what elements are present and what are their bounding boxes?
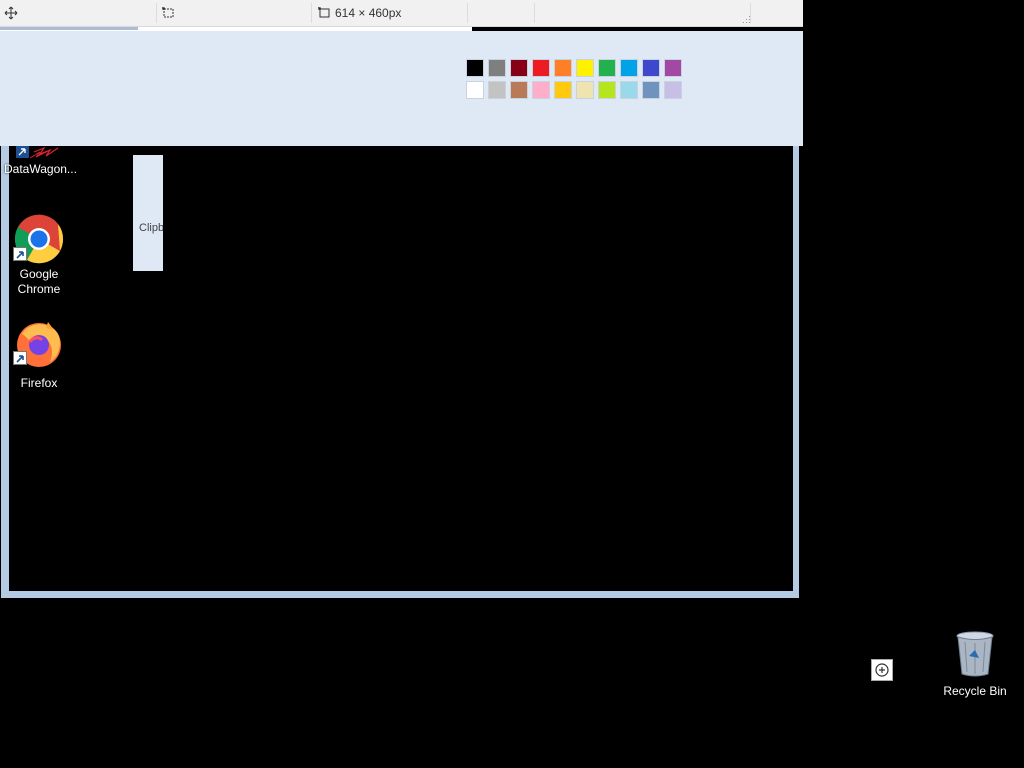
shortcut-arrow-icon — [13, 351, 27, 365]
recycle-bin-label: Recycle Bin — [943, 684, 1007, 698]
color-swatch[interactable] — [598, 81, 616, 99]
desktop-icon-recycle-bin[interactable]: Recycle Bin — [938, 630, 1012, 699]
zoom-in-button[interactable] — [871, 659, 893, 681]
color-swatch[interactable] — [488, 81, 506, 99]
chrome-label: Google Chrome — [17, 267, 61, 296]
color-swatch[interactable] — [664, 59, 682, 77]
color-swatch[interactable] — [620, 59, 638, 77]
color-swatch[interactable] — [598, 59, 616, 77]
datawagon-icon — [16, 146, 59, 159]
zoom-in-icon — [875, 663, 889, 677]
color-swatch[interactable] — [510, 81, 528, 99]
color-swatch[interactable] — [554, 59, 572, 77]
canvas-size-text: 614 × 460px — [335, 6, 402, 20]
desktop-icon-firefox[interactable]: Firefox — [0, 318, 78, 391]
color-swatch[interactable] — [642, 81, 660, 99]
color-swatch[interactable] — [554, 81, 572, 99]
datawagon-label: DataWagon... — [4, 162, 77, 176]
color-swatch[interactable] — [532, 81, 550, 99]
status-bar: 614 × 460px — [0, 0, 803, 27]
clipboard-group[interactable]: Clipb — [133, 155, 163, 271]
color-swatch[interactable] — [466, 59, 484, 77]
ribbon — [0, 27, 803, 146]
color-swatch[interactable] — [510, 59, 528, 77]
drawing-canvas[interactable] — [9, 146, 793, 591]
shortcut-arrow-icon — [13, 247, 27, 261]
color-swatch[interactable] — [532, 59, 550, 77]
selection-size — [161, 0, 179, 26]
clipboard-label: Clipb — [139, 222, 163, 234]
color-swatch[interactable] — [488, 59, 506, 77]
color-swatch[interactable] — [466, 81, 484, 99]
desktop-icon-chrome[interactable]: Google Chrome — [0, 214, 78, 297]
cursor-position — [4, 0, 22, 26]
move-cursor-icon — [4, 6, 18, 20]
canvas-size-icon — [318, 7, 330, 18]
color-swatch[interactable] — [576, 81, 594, 99]
color-swatch[interactable] — [576, 59, 594, 77]
firefox-label: Firefox — [20, 376, 58, 390]
color-palette — [466, 59, 682, 99]
canvas-size: 614 × 460px — [317, 0, 401, 26]
color-swatch[interactable] — [642, 59, 660, 77]
desktop-icon-datawagon[interactable]: DataWagon... — [0, 146, 78, 177]
color-swatch[interactable] — [664, 81, 682, 99]
recycle-bin-icon — [956, 631, 994, 677]
resize-grip-icon[interactable] — [743, 16, 751, 24]
color-swatch[interactable] — [620, 81, 638, 99]
selection-icon — [162, 7, 174, 18]
